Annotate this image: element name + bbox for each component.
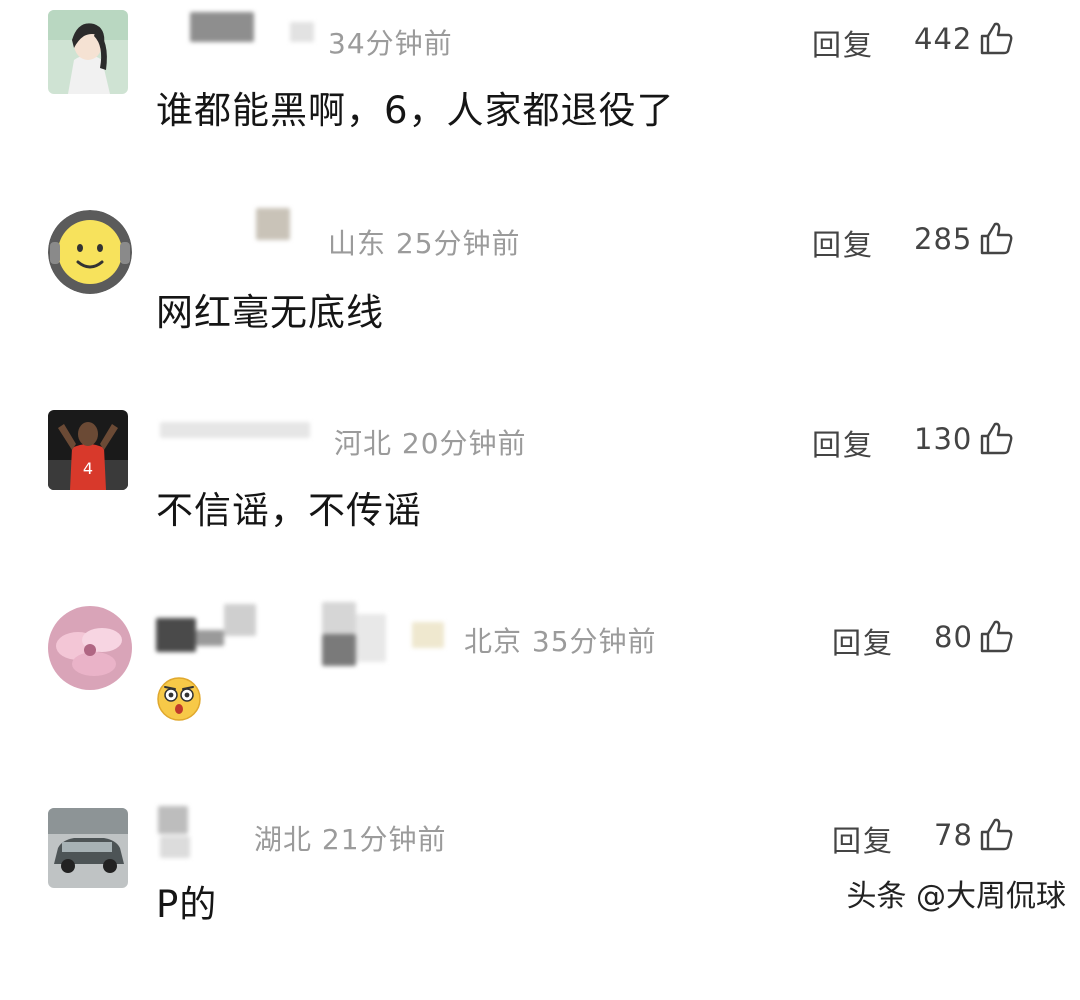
comment-item: 山东 25分钟前 回复 285 网红毫无底线 <box>0 200 1080 400</box>
user-avatar[interactable] <box>48 606 132 690</box>
svg-text:4: 4 <box>83 459 93 478</box>
basketball-player-avatar-icon: 4 <box>48 410 128 490</box>
thumbs-up-icon[interactable] <box>978 618 1014 654</box>
reply-button[interactable]: 回复 <box>812 22 874 64</box>
reply-button[interactable]: 回复 <box>812 422 874 464</box>
flower-avatar-icon <box>48 606 132 690</box>
comment-meta: 34分钟前 <box>328 27 453 60</box>
reply-button[interactable]: 回复 <box>832 818 894 860</box>
smiley-avatar-icon <box>48 210 132 294</box>
thumbs-up-icon[interactable] <box>978 20 1014 56</box>
user-avatar[interactable] <box>48 210 132 294</box>
comment-meta: 河北 20分钟前 <box>334 427 527 460</box>
like-count: 442 <box>914 22 973 56</box>
comment-text: 网红毫无底线 <box>156 291 384 334</box>
comment-text: P的 <box>156 883 218 926</box>
user-avatar[interactable] <box>48 808 128 888</box>
user-avatar[interactable] <box>48 10 128 94</box>
thumbs-up-icon[interactable] <box>978 816 1014 852</box>
comment-text: 谁都能黑啊，6，人家都退役了 <box>156 89 675 132</box>
comment-meta: 湖北 21分钟前 <box>254 823 447 856</box>
comment-meta: 山东 25分钟前 <box>328 227 521 260</box>
comment-item: 4 河北 20分钟前 回复 130 不信谣，不传谣 <box>0 400 1080 600</box>
reply-button[interactable]: 回复 <box>812 222 874 264</box>
comment-meta: 北京 35分钟前 <box>464 625 657 658</box>
comment-text: 不信谣，不传谣 <box>156 489 422 532</box>
like-count: 285 <box>914 222 973 256</box>
dizzy-face-emoji-icon <box>156 676 202 722</box>
comment-item: 34分钟前 回复 442 谁都能黑啊，6，人家都退役了 <box>0 0 1080 200</box>
user-avatar[interactable]: 4 <box>48 410 128 490</box>
comment-item: 北京 35分钟前 回复 80 <box>0 600 1080 800</box>
thumbs-up-icon[interactable] <box>978 220 1014 256</box>
thumbs-up-icon[interactable] <box>978 420 1014 456</box>
like-count: 78 <box>934 818 973 852</box>
anime-avatar-icon <box>48 10 128 94</box>
watermark: 头条 @大周侃球 <box>840 871 1080 915</box>
like-count: 130 <box>914 422 973 456</box>
reply-button[interactable]: 回复 <box>832 620 894 662</box>
like-count: 80 <box>934 620 973 654</box>
car-avatar-icon <box>48 808 128 888</box>
